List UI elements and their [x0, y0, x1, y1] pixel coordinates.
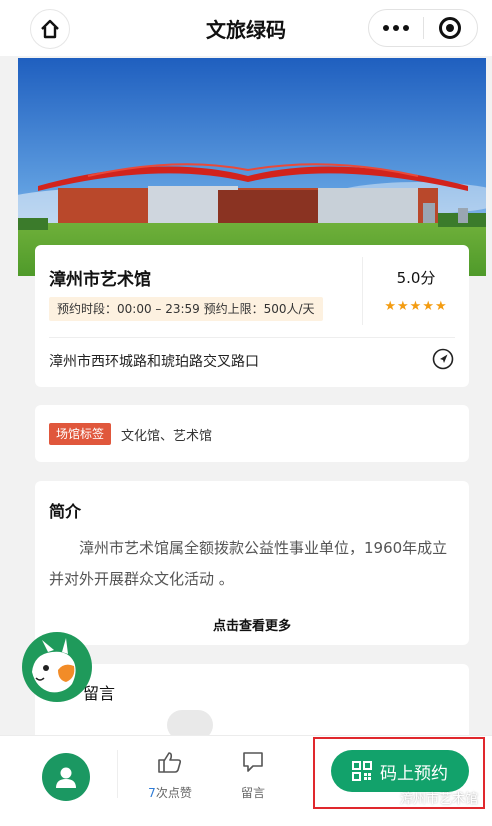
venue-photo: [18, 58, 486, 276]
target-icon: [439, 17, 462, 39]
user-icon: [56, 767, 76, 788]
comment-icon: [243, 752, 263, 772]
venue-tags-card: 场馆标签 文化馆、艺术馆: [35, 405, 469, 462]
view-more-link[interactable]: 点击查看更多: [35, 615, 469, 634]
like-count: 7: [148, 786, 156, 800]
watermark-text: 漳州市艺术馆: [400, 792, 479, 807]
rating-score: 5.0分: [396, 269, 436, 287]
more-dot-icon: [393, 25, 399, 31]
reservation-hours: 预约时段：00:00 – 23:59 预约上限：500人/天: [49, 297, 323, 321]
comment-button[interactable]: 留言: [230, 750, 276, 806]
bar-divider: [117, 750, 118, 798]
user-avatar-button[interactable]: [42, 753, 90, 801]
close-mini-program-button[interactable]: [424, 10, 477, 46]
comments-card: 留言: [35, 664, 469, 744]
thumbs-up-icon: [158, 752, 182, 773]
mascot-float-button[interactable]: [22, 632, 92, 702]
venue-tag-badge: 场馆标签: [49, 423, 112, 445]
card-divider: [49, 337, 455, 338]
reserve-label: 码上预约: [380, 763, 448, 784]
like-suffix: 次点赞: [155, 786, 192, 800]
venue-address: 漳州市西环城路和琥珀路交叉路口: [49, 354, 259, 370]
venue-info-card: 漳州市艺术馆 预约时段：00:00 – 23:59 预约上限：500人/天 5.…: [35, 245, 469, 387]
more-dot-icon: [383, 25, 389, 31]
navigation-arrow-icon: [432, 348, 454, 370]
navigate-button[interactable]: [432, 348, 454, 370]
comment-label: 留言: [240, 786, 265, 800]
more-options-button[interactable]: [369, 10, 423, 46]
qr-code-icon: [352, 761, 372, 781]
introduction-card: 简介 漳州市艺术馆属全额拨款公益性事业单位，1960年成立并对外开展群众文化活动…: [35, 481, 469, 645]
more-dot-icon: [403, 25, 409, 31]
star-rating: ★★★★★: [384, 299, 448, 314]
wechat-icon: [379, 791, 395, 804]
top-nav-bar: 文旅绿码: [0, 0, 492, 56]
wechat-watermark: 漳州市艺术馆: [378, 788, 478, 807]
card-divider: [362, 257, 363, 325]
reserve-button[interactable]: 码上预约: [331, 750, 469, 792]
like-button[interactable]: 7次点赞: [140, 750, 200, 806]
venue-name: 漳州市艺术馆: [49, 270, 151, 290]
mascot-icon: [32, 638, 76, 693]
introduction-title: 简介: [49, 502, 82, 521]
venue-tag-list: 文化馆、艺术馆: [121, 429, 213, 444]
bottom-action-bar: 7次点赞 留言 码上预约 漳州市艺术馆: [0, 735, 492, 826]
introduction-text: 漳州市艺术馆属全额拨款公益性事业单位，1960年成立并对外开展群众文化活动 。: [49, 539, 448, 588]
like-count-label: 7次点赞: [140, 784, 200, 801]
mini-program-capsule: [368, 9, 478, 47]
